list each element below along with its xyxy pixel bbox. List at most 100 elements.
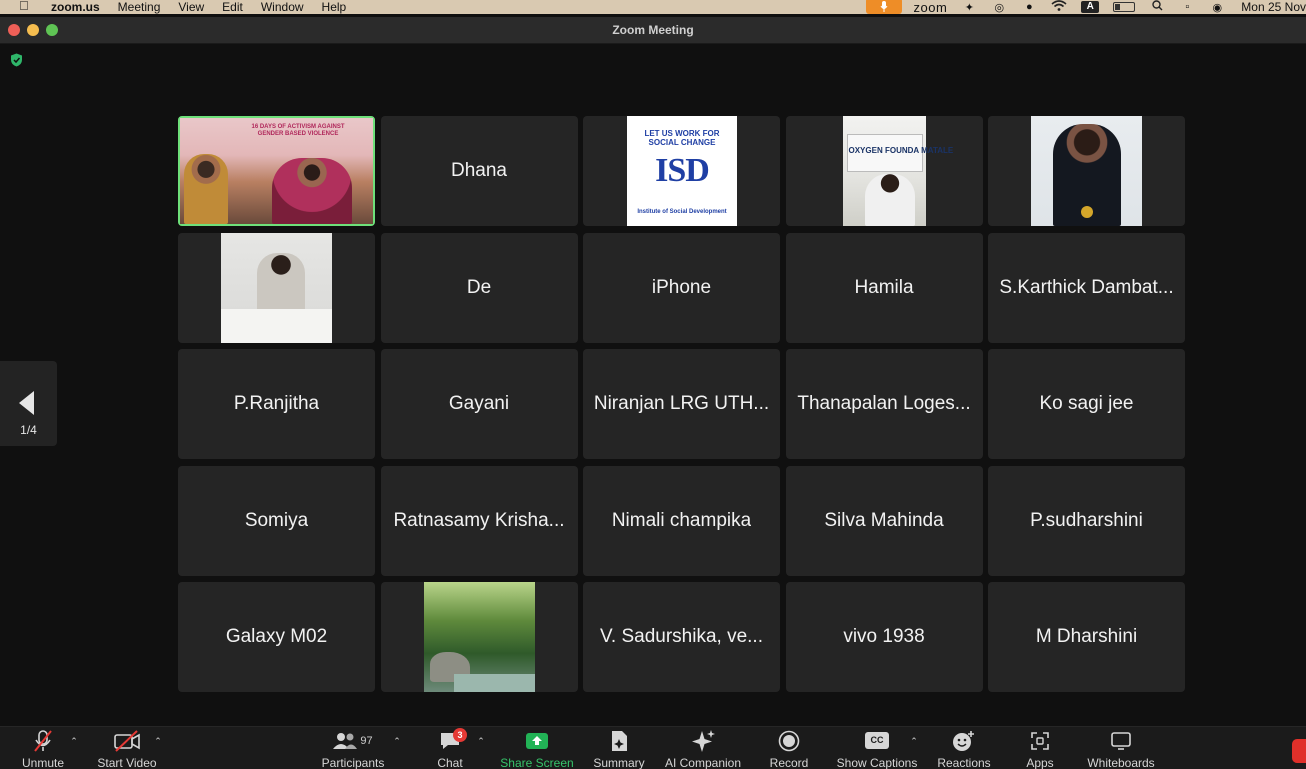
participant-tile[interactable]: OXYGEN FOUNDA MATALE [785, 116, 983, 226]
participant-name: De [466, 276, 492, 298]
participant-tile[interactable]: 16 DAYS OF ACTIVISM AGAINST GENDER BASED… [178, 116, 375, 226]
search-icon[interactable] [1149, 0, 1165, 14]
wifi-icon[interactable] [1051, 0, 1067, 14]
participant-tile[interactable]: Nimali champika [583, 465, 780, 576]
isd-letters: ISD [655, 152, 710, 189]
whiteboards-label: Whiteboards [1087, 756, 1155, 769]
ai-companion-button[interactable]: AI Companion [664, 727, 742, 769]
airdrop-icon[interactable]: ◎ [991, 1, 1007, 14]
reactions-label: Reactions [937, 756, 991, 769]
audio-options-caret-icon[interactable]: ⌃ [70, 737, 78, 746]
unmute-label: Unmute [21, 756, 65, 769]
participant-tile[interactable] [988, 116, 1185, 226]
page-indicator: 1/4 [20, 423, 37, 437]
participant-tile[interactable]: Silva Mahinda [785, 465, 983, 576]
user-icon[interactable]: ● [1021, 1, 1037, 13]
desk [221, 308, 332, 343]
participant-tile[interactable]: iPhone [583, 232, 780, 343]
participant-name: Ratnasamy Krisha... [393, 509, 565, 531]
chat-icon: 3 [439, 727, 467, 754]
participant-name: S.Karthick Dambat... [999, 276, 1174, 298]
apps-label: Apps [1026, 756, 1054, 769]
participant-name: Somiya [244, 509, 309, 531]
gallery-grid: 16 DAYS OF ACTIVISM AGAINST GENDER BASED… [178, 116, 1186, 692]
participant-tile[interactable]: Gayani [380, 349, 578, 459]
encryption-shield-icon[interactable] [10, 53, 23, 67]
participants-button[interactable]: 97 Participants [320, 727, 386, 769]
participant-tile[interactable]: Somiya [178, 465, 375, 576]
participant-tile[interactable]: vivo 1938 [785, 582, 983, 692]
participant-name: vivo 1938 [843, 626, 925, 647]
record-button[interactable]: Record [766, 727, 812, 769]
clock[interactable]: Mon 25 Nov [1241, 0, 1306, 14]
apple-menu-icon[interactable]:  [19, 0, 33, 14]
participant-tile[interactable]: Dhana [380, 116, 578, 226]
participant-tile[interactable]: Hamila [785, 232, 983, 343]
apps-button[interactable]: Apps [1022, 727, 1058, 769]
participant-tile[interactable]: Ko sagi jee [988, 349, 1185, 459]
participant-tile[interactable]: Galaxy M02 [178, 582, 375, 692]
reactions-smiley-icon [952, 727, 976, 754]
participants-icon-wrap: 97 [333, 727, 373, 754]
battery-icon[interactable] [1113, 2, 1136, 12]
participant-name: P.Ranjitha [233, 393, 320, 414]
participant-video: OXYGEN FOUNDA MATALE [842, 116, 953, 226]
participant-tile[interactable]: M Dharshini [988, 582, 1185, 692]
show-captions-button[interactable]: CC Show Captions [836, 727, 918, 769]
participant-tile[interactable]: Ratnasamy Krisha... [380, 465, 578, 576]
participant-tile[interactable]: Thanapalan Loges... [785, 349, 983, 459]
participant-tile[interactable]: S.Karthick Dambat... [988, 232, 1185, 343]
menu-view[interactable]: View [178, 0, 204, 14]
menu-bar-status-area: zoom ✦ ◎ ● A ▫ ◉ Mon 25 Nov [865, 0, 1306, 14]
participant-tile[interactable] [178, 232, 375, 343]
summary-label: Summary [593, 756, 645, 769]
participant-name: Silva Mahinda [824, 509, 944, 531]
office-sign-text: OXYGEN FOUNDA MATALE [848, 146, 954, 155]
summary-button[interactable]: Summary [592, 727, 646, 769]
participants-icon [333, 732, 358, 749]
control-center-icon[interactable]: ▫ [1179, 1, 1195, 13]
share-screen-button[interactable]: Share Screen [500, 727, 574, 769]
input-source-indicator[interactable]: A [1081, 1, 1100, 13]
captions-options-caret-icon[interactable]: ⌃ [910, 737, 918, 746]
participant-tile[interactable]: De [380, 232, 578, 343]
chat-unread-badge: 3 [453, 728, 467, 742]
window-title-bar: Zoom Meeting [0, 17, 1306, 44]
video-off-icon [113, 727, 141, 754]
meeting-toolbar: Unmute ⌃ Start Video ⌃ 97 Participants ⌃… [0, 726, 1306, 769]
previous-page-button[interactable]: 1/4 [0, 361, 57, 446]
participant-tile[interactable]: V. Sadurshika, ve... [583, 582, 780, 692]
participant-tile[interactable]: LET US WORK FOR SOCIAL CHANGE ISD Institut… [583, 116, 780, 226]
app-menu[interactable]: zoom.us [51, 0, 100, 14]
participant-name: Thanapalan Loges... [797, 393, 971, 414]
participant-photo [221, 232, 332, 343]
record-icon [778, 727, 800, 754]
menu-window[interactable]: Window [261, 0, 304, 14]
siri-icon[interactable]: ◉ [1209, 1, 1225, 14]
bluetooth-icon[interactable]: ✦ [961, 1, 977, 14]
menu-edit[interactable]: Edit [222, 0, 243, 14]
start-video-button[interactable]: Start Video [96, 727, 158, 769]
chat-button[interactable]: 3 Chat [430, 727, 470, 769]
participants-count: 97 [360, 734, 373, 747]
menu-help[interactable]: Help [322, 0, 347, 14]
person-figure [864, 174, 915, 226]
chat-options-caret-icon[interactable]: ⌃ [477, 737, 485, 746]
person-figure [272, 158, 352, 224]
end-meeting-button[interactable] [1292, 739, 1306, 763]
reactions-button[interactable]: Reactions [936, 727, 992, 769]
show-captions-label: Show Captions [836, 756, 918, 769]
zoom-status-item[interactable]: zoom [914, 0, 948, 14]
participant-tile[interactable]: Niranjan LRG UTH... [583, 349, 780, 459]
participant-tile[interactable]: P.sudharshini [988, 465, 1185, 576]
start-video-label: Start Video [97, 756, 157, 769]
participant-tile[interactable] [380, 582, 578, 692]
closed-captions-icon: CC [865, 732, 889, 749]
participant-tile[interactable]: P.Ranjitha [178, 349, 375, 459]
microphone-in-use-icon[interactable] [865, 0, 902, 14]
unmute-button[interactable]: Unmute [20, 727, 66, 769]
participants-options-caret-icon[interactable]: ⌃ [393, 737, 401, 746]
whiteboards-button[interactable]: Whiteboards [1084, 727, 1158, 769]
video-options-caret-icon[interactable]: ⌃ [154, 737, 162, 746]
menu-meeting[interactable]: Meeting [118, 0, 161, 14]
